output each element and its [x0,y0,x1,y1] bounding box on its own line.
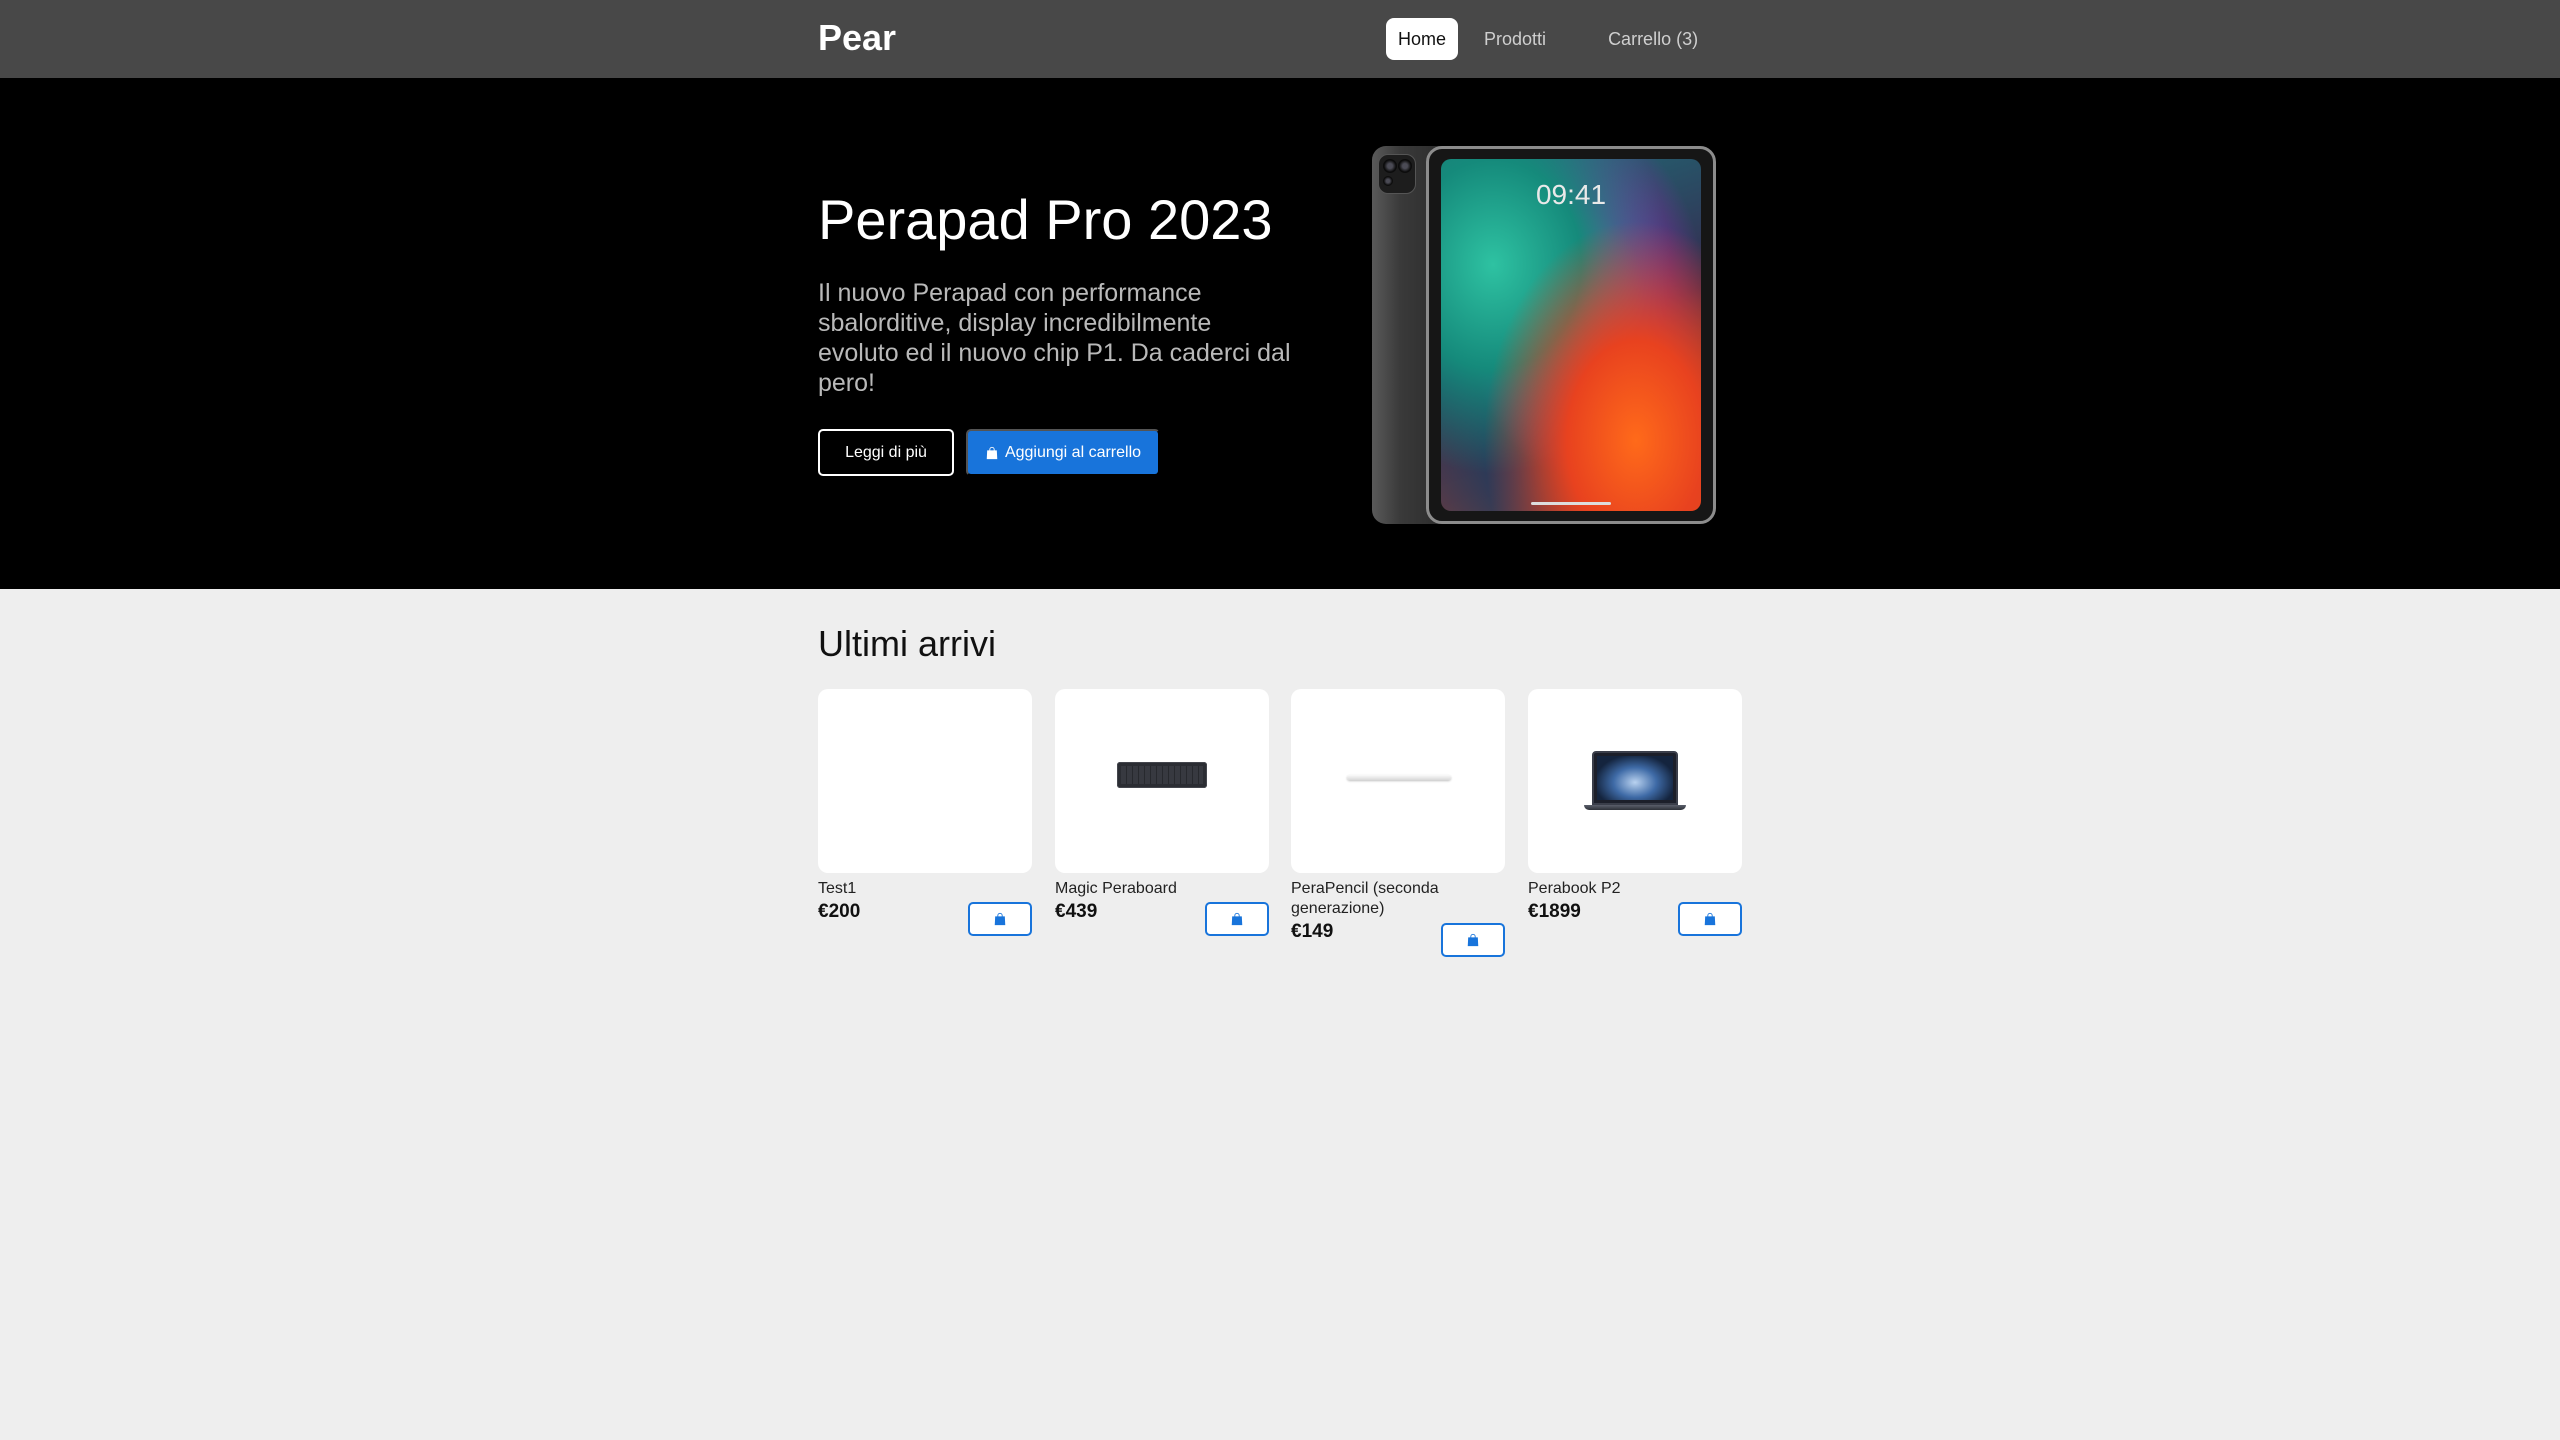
nav-home[interactable]: Home [1386,18,1459,60]
section-title: Ultimi arrivi [818,623,996,664]
add-to-cart-label: Aggiungi al carrello [1004,443,1142,461]
read-more-button[interactable]: Leggi di più [818,429,954,476]
hero-banner: Perapad Pro 2023 Il nuovo Perapad con pe… [0,78,2560,589]
nav-links: Home Prodotti Carrello (3) [1386,18,1726,60]
keyboard-image [1117,762,1207,788]
screen-clock: 09:41 [1535,179,1607,210]
add-to-cart-button[interactable] [1205,902,1269,936]
bag-icon [994,912,1006,926]
brand-logo[interactable]: Pear [818,18,896,58]
bag-icon [1704,912,1716,926]
hero-description: Il nuovo Perapad con performance sbalord… [818,279,1291,397]
camera-icon [1378,154,1416,194]
add-to-cart-button[interactable] [1678,902,1742,936]
add-to-cart-button[interactable]: Aggiungi al carrello [966,429,1160,476]
add-to-cart-button[interactable] [1441,923,1505,957]
laptop-base [1584,805,1686,810]
product-card[interactable]: PeraPencil (seconda generazione) €149 [1291,689,1505,957]
pencil-image [1347,775,1451,780]
product-image[interactable] [1528,689,1742,873]
product-name[interactable]: Magic Peraboard [1055,879,1215,899]
perapad-image: 09:41 [1372,146,1716,524]
navbar: Pear Home Prodotti Carrello (3) [0,0,2560,78]
nav-cart[interactable]: Carrello (3) [1596,18,1710,60]
bag-icon [1467,933,1479,947]
product-card[interactable]: Perabook P2 €1899 [1528,689,1742,936]
hero-title: Perapad Pro 2023 [818,188,1273,251]
tablet-screen: 09:41 [1441,159,1701,511]
add-to-cart-button[interactable] [968,902,1032,936]
tablet-front: 09:41 [1426,146,1716,524]
product-name[interactable]: PeraPencil (seconda generazione) [1291,879,1451,919]
laptop-image [1592,751,1678,805]
bag-icon [1231,912,1243,926]
product-image[interactable] [1055,689,1269,873]
product-image[interactable] [1291,689,1505,873]
product-card[interactable]: Magic Peraboard €439 [1055,689,1269,936]
home-indicator [1531,502,1611,505]
product-image[interactable] [818,689,1032,873]
nav-prodotti[interactable]: Prodotti [1474,18,1556,60]
product-name[interactable]: Test1 [818,879,978,899]
product-card[interactable]: Test1 €200 [818,689,1032,936]
bag-icon [986,446,998,459]
product-name[interactable]: Perabook P2 [1528,879,1688,899]
